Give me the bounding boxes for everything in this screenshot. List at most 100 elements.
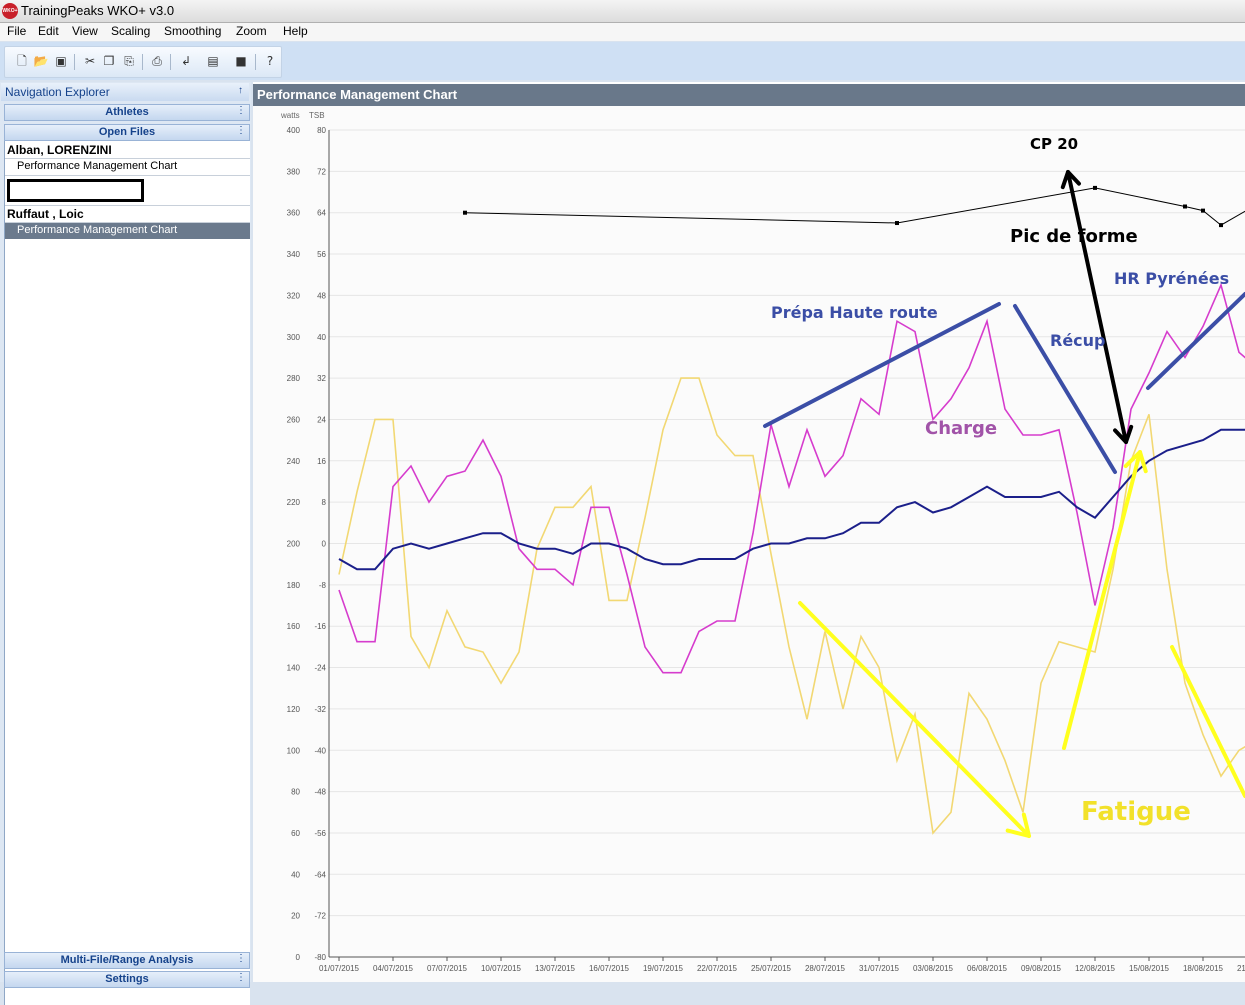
stop-icon[interactable]: ■ [233,53,249,69]
x-tick-label: 07/07/2015 [427,964,468,973]
section-multi-file[interactable]: Multi-File/Range Analysis ⋮ [4,952,250,969]
pin-icon[interactable]: ↑ [238,85,243,96]
tsb-tick-label: -80 [314,953,326,962]
title-bar: WKO+ TrainingPeaks WKO+ v3.0 [0,0,1245,23]
annotation-recup: Récup [1050,331,1106,350]
row-divider [5,175,250,176]
watts-tick-label: 240 [287,457,301,466]
athlete-name[interactable]: Ruffaut , Loic [7,207,84,221]
x-tick-label: 01/07/2015 [319,964,360,973]
section-athletes[interactable]: Athletes ⋮ [4,104,250,121]
chart-title: Performance Management Chart [253,84,1245,106]
x-tick-label: 31/07/2015 [859,964,900,973]
file-label: Performance Management Chart [17,224,178,236]
tsb-tick-label: 32 [317,374,326,383]
chart-panel: Performance Management Chart watts TSB 0 -8… [253,82,1245,982]
menu-view[interactable]: View [72,24,98,38]
tree-file-item[interactable]: Performance Management Chart [5,159,250,175]
grip-icon: ⋮ [236,953,246,964]
tsb-tick-label: -8 [319,581,327,590]
grip-icon: ⋮ [236,105,246,116]
performance-chart[interactable]: watts TSB0 -8020 -7240 -6460 -5680 -48100 -4012… [253,106,1245,982]
watts-tick-label: 20 [291,912,300,921]
menu-smoothing[interactable]: Smoothing [164,24,221,38]
x-tick-label: 15/08/2015 [1129,964,1170,973]
tsb-tick-label: -64 [314,870,326,879]
folder-icon[interactable]: ▤ [205,53,221,69]
menu-zoom[interactable]: Zoom [236,24,267,38]
menu-bar: File Edit View Scaling Smoothing Zoom He… [0,23,1245,41]
cut-icon[interactable]: ✂ [82,53,98,69]
tsb-tick-label: -72 [314,912,326,921]
x-tick-label: 19/07/2015 [643,964,684,973]
cp-point [463,210,467,215]
print-icon[interactable]: ⎙ [149,53,165,69]
section-open-files[interactable]: Open Files ⋮ [4,124,250,141]
paste-icon[interactable]: ⎘ [121,53,137,69]
tree-file-item-selected[interactable]: Performance Management Chart [5,223,250,239]
nav-header: Navigation Explorer ↑ [1,83,249,101]
annotation-charge: Charge [925,418,997,439]
nav-title: Navigation Explorer [5,85,110,99]
watts-tick-label: 320 [287,291,301,300]
watts-tick-label: 380 [287,167,301,176]
annotation-hr-pyrenees: HR Pyrénées [1114,269,1229,288]
x-tick-label: 03/08/2015 [913,964,954,973]
tsb-tick-label: 72 [317,167,326,176]
wko-logo-icon: WKO+ [2,3,18,19]
watts-tick-label: 80 [291,788,300,797]
tsb-tick-label: -24 [314,664,326,673]
x-tick-label: 09/08/2015 [1021,964,1062,973]
x-tick-label: 22/07/2015 [697,964,738,973]
tsb-tick-label: -48 [314,788,326,797]
copy-icon[interactable]: ❐ [101,53,117,69]
cp-point [1183,204,1187,209]
import-device-icon[interactable]: ↲ [178,53,194,69]
watts-tick-label: 360 [287,209,301,218]
menu-file[interactable]: File [7,24,26,38]
tsb-tick-label: 56 [317,250,326,259]
annotation-pic-de-forme: Pic de forme [1010,226,1138,247]
section-settings[interactable]: Settings ⋮ [4,971,250,988]
redacted-box [7,179,144,202]
watts-tick-label: 160 [287,622,301,631]
watts-tick-label: 260 [287,415,301,424]
watts-tick-label: 300 [287,333,301,342]
watts-tick-label: 280 [287,374,301,383]
toolbar-separator [74,54,75,70]
watts-tick-label: 200 [287,540,301,549]
open-folder-icon[interactable]: 📂 [33,53,49,69]
tsb-tick-label: -32 [314,705,326,714]
tsb-tick-label: 48 [317,291,326,300]
menu-edit[interactable]: Edit [38,24,59,38]
section-settings-label: Settings [105,973,149,985]
x-tick-label: 12/08/2015 [1075,964,1116,973]
toolbar: 🗋 📂 ▣ ✂ ❐ ⎘ ⎙ ↲ ▤ ■ ? [0,42,1245,80]
section-open-files-label: Open Files [98,126,156,138]
help-icon[interactable]: ? [262,53,278,69]
new-file-icon[interactable]: 🗋 [14,53,30,69]
x-tick-label: 16/07/2015 [589,964,630,973]
x-tick-label: 06/08/2015 [967,964,1008,973]
menu-scaling[interactable]: Scaling [111,24,150,38]
tsb-tick-label: -40 [314,746,326,755]
save-icon[interactable]: ▣ [53,53,69,69]
watts-tick-label: 100 [287,746,301,755]
tsb-tick-label: 64 [317,209,326,218]
section-multi-file-label: Multi-File/Range Analysis [60,954,194,966]
watts-tick-label: 0 [296,953,301,962]
tsb-tick-label: 0 [322,540,327,549]
menu-help[interactable]: Help [283,24,308,38]
watts-tick-label: 340 [287,250,301,259]
grip-icon: ⋮ [236,125,246,136]
tsb-tick-label: 8 [322,498,327,507]
watts-tick-label: 140 [287,664,301,673]
x-tick-label: 21/08/2015 [1237,964,1245,973]
section-athletes-label: Athletes [105,106,149,118]
watts-tick-label: 60 [291,829,300,838]
athlete-name[interactable]: Alban, LORENZINI [7,143,112,157]
watts-tick-label: 40 [291,870,300,879]
watts-tick-label: 180 [287,581,301,590]
cp-point [895,221,899,226]
watts-axis-label: watts [280,111,300,120]
